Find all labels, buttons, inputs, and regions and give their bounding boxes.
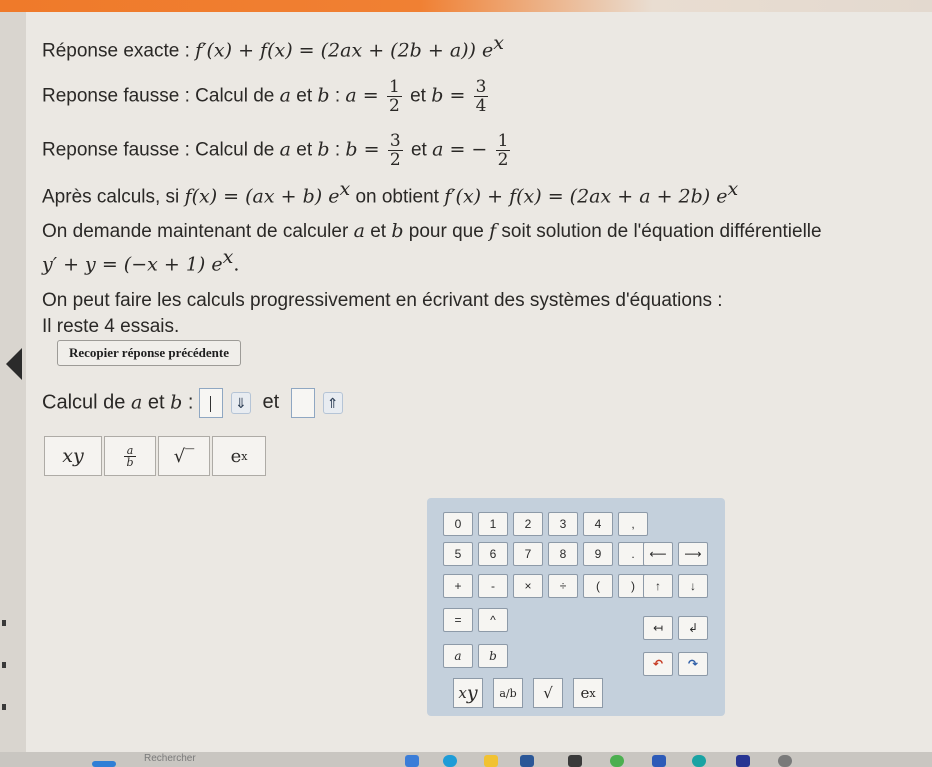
exact-answer-line: Réponse exacte : f′(x) + f(x) = (2ax + (… <box>42 32 504 62</box>
taskbar: Rechercher <box>0 752 932 767</box>
cursor-left-key[interactable]: ⟵ <box>643 542 673 566</box>
answer-input-b[interactable] <box>290 388 315 418</box>
key-6[interactable]: 6 <box>478 542 508 566</box>
keypad-exp-button[interactable]: ex <box>573 678 603 708</box>
exp-button[interactable]: ex <box>212 436 266 476</box>
keypad-power-button[interactable]: xy <box>453 678 483 708</box>
cursor-right-key[interactable]: ⟶ <box>678 542 708 566</box>
keypad-fraction-button[interactable]: a/b <box>493 678 523 708</box>
enter-key[interactable]: ↲ <box>678 616 708 640</box>
edge-mark <box>2 662 6 668</box>
fraction: 32 <box>387 131 403 170</box>
text-caret <box>209 396 212 412</box>
top-banner <box>0 0 932 12</box>
chrome-icon[interactable] <box>610 755 624 767</box>
key-caret[interactable]: ^ <box>478 608 508 632</box>
sqrt-button[interactable]: √‾ <box>158 436 210 476</box>
photos-icon[interactable] <box>736 755 750 767</box>
copy-previous-answer-button[interactable]: Recopier réponse précédente <box>57 340 241 366</box>
key-0[interactable]: 0 <box>443 512 473 536</box>
edge-mark <box>2 620 6 626</box>
answer-input-a[interactable] <box>198 388 223 418</box>
key-9[interactable]: 9 <box>583 542 613 566</box>
key-8[interactable]: 8 <box>548 542 578 566</box>
store-icon[interactable] <box>568 755 582 767</box>
key-a[interactable]: a <box>443 644 473 668</box>
attempts-remaining: Il reste 4 essais. <box>42 316 180 337</box>
key-times[interactable]: × <box>513 574 543 598</box>
key-divide[interactable]: ÷ <box>548 574 578 598</box>
left-edge <box>0 0 26 752</box>
edge-icon[interactable] <box>443 755 457 767</box>
key-7[interactable]: 7 <box>513 542 543 566</box>
redo-icon[interactable]: ↷ <box>678 652 708 676</box>
calculation-line: Après calculs, si f(x) = (ax + b) ex on … <box>42 178 739 208</box>
collapse-arrow-icon[interactable] <box>6 348 22 380</box>
fraction: 12 <box>495 131 511 170</box>
cursor-up-key[interactable]: ↑ <box>643 574 673 598</box>
key-open-paren[interactable]: ( <box>583 574 613 598</box>
app-icon[interactable] <box>652 755 666 767</box>
power-button[interactable]: xy <box>44 436 102 476</box>
key-3[interactable]: 3 <box>548 512 578 536</box>
keypad-sqrt-button[interactable]: √ <box>533 678 563 708</box>
down-arrow-button[interactable]: ⇓ <box>230 392 251 414</box>
key-1[interactable]: 1 <box>478 512 508 536</box>
fraction: 34 <box>473 77 489 116</box>
task-view-icon[interactable] <box>405 755 419 767</box>
backspace-key[interactable]: ↤ <box>643 616 673 640</box>
virtual-keypad: 0 1 2 3 4 , 5 6 7 8 9 . ⟵ ⟶ + - × ÷ ( ) … <box>427 498 725 716</box>
key-5[interactable]: 5 <box>443 542 473 566</box>
answer-line: Calcul de a et b : ⇓ et ⇑ <box>42 388 343 418</box>
key-minus[interactable]: - <box>478 574 508 598</box>
up-arrow-button[interactable]: ⇑ <box>322 392 343 414</box>
wrong-answer-line-2: Reponse fausse : Calcul de a et b : b = … <box>42 131 511 170</box>
differential-equation: y′ + y = (−x + 1) ex. <box>42 246 240 276</box>
file-explorer-icon[interactable] <box>484 755 498 767</box>
question-line: On demande maintenant de calculer a et b… <box>42 220 822 242</box>
key-comma[interactable]: , <box>618 512 648 536</box>
key-4[interactable]: 4 <box>583 512 613 536</box>
undo-icon[interactable]: ↶ <box>643 652 673 676</box>
settings-icon[interactable] <box>778 755 792 767</box>
wrong-answer-line-1: Reponse fausse : Calcul de a et b : a = … <box>42 77 489 116</box>
key-b[interactable]: b <box>478 644 508 668</box>
taskbar-search[interactable]: Rechercher <box>144 753 196 764</box>
key-equals[interactable]: = <box>443 608 473 632</box>
edge-mark <box>2 704 6 710</box>
app-icon[interactable] <box>692 755 706 767</box>
cursor-down-key[interactable]: ↓ <box>678 574 708 598</box>
fraction-button[interactable]: ab <box>104 436 156 476</box>
fraction: 12 <box>387 77 402 116</box>
key-2[interactable]: 2 <box>513 512 543 536</box>
instruction-line: On peut faire les calculs progressivemen… <box>42 290 723 311</box>
key-plus[interactable]: + <box>443 574 473 598</box>
windows-start-icon[interactable] <box>92 761 116 767</box>
word-icon[interactable] <box>520 755 534 767</box>
